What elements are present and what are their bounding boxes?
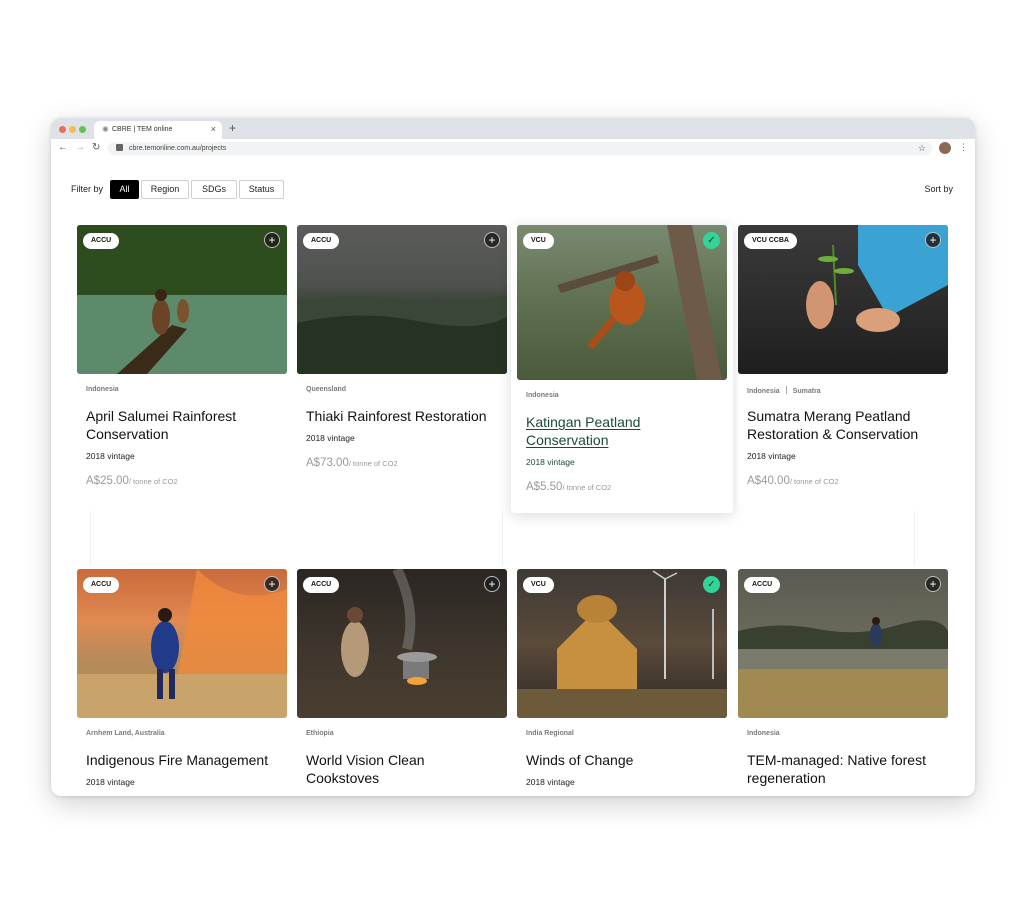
project-image: VCU CCBA +: [738, 225, 948, 374]
sort-by-button[interactable]: Sort by: [924, 184, 953, 194]
subregion-name: Sumatra: [792, 388, 821, 395]
credit-type-badge: ACCU: [744, 577, 781, 593]
project-image: ACCU +: [297, 569, 507, 718]
price-value: A$25.00: [86, 475, 129, 487]
divider: [502, 511, 503, 566]
project-title[interactable]: April Salumei Rainforest Conservation: [86, 407, 276, 443]
plus-icon[interactable]: +: [925, 576, 941, 592]
profile-avatar[interactable]: [939, 142, 951, 154]
project-region: Arnhem Land, Australia: [86, 730, 165, 737]
region-separator: [785, 386, 787, 394]
project-card[interactable]: VCU ✓ India Regional Winds of Change 201…: [517, 569, 727, 796]
url-text: cbre.temonline.com.au/projects: [129, 145, 227, 152]
project-image: ACCU +: [77, 225, 287, 374]
project-title[interactable]: World Vision Clean Cookstoves: [306, 751, 496, 787]
project-card[interactable]: ACCU + Ethiopia World Vision Clean Cooks…: [297, 569, 507, 796]
filter-all-button[interactable]: All: [110, 180, 139, 199]
lock-icon: [116, 144, 123, 151]
project-image: VCU ✓: [517, 225, 727, 380]
credit-type-badge: VCU: [523, 577, 554, 593]
close-window-button[interactable]: [59, 126, 66, 133]
price-unit: / tonne of CO2: [348, 459, 398, 468]
project-card-highlighted[interactable]: VCU ✓ Indonesia Katingan Peatland Conser…: [511, 225, 733, 513]
project-price: A$73.00/ tonne of CO2: [306, 457, 398, 469]
credit-type-badge: VCU: [523, 233, 554, 249]
address-row: ← → ↻ cbre.temonline.com.au/projects ☆ ⋮: [51, 139, 975, 159]
credit-type-badge: ACCU: [303, 233, 340, 249]
new-tab-button[interactable]: +: [229, 121, 236, 135]
price-value: A$5.50: [526, 481, 563, 493]
price-value: A$73.00: [306, 457, 349, 469]
tab-title: CBRE | TEM online: [112, 126, 173, 133]
project-title[interactable]: Katingan Peatland Conservation: [526, 413, 716, 449]
filter-sdgs-button[interactable]: SDGs: [191, 180, 237, 199]
price-value: A$40.00: [747, 475, 790, 487]
projects-page: Filter by All Region SDGs Status Sort by…: [51, 158, 975, 796]
filter-region-button[interactable]: Region: [141, 180, 189, 199]
project-price: A$5.50/ tonne of CO2: [526, 481, 611, 493]
plus-icon[interactable]: +: [264, 232, 280, 248]
project-card[interactable]: ACCU + Queensland Thiaki Rainforest Rest…: [297, 225, 507, 505]
price-unit: / tonne of CO2: [128, 477, 178, 486]
browser-window: ✺ CBRE | TEM online × + ← → ↻ cbre.temon…: [51, 118, 975, 796]
forward-arrow-icon[interactable]: →: [75, 142, 85, 153]
credit-type-badge: ACCU: [303, 577, 340, 593]
check-icon[interactable]: ✓: [703, 232, 720, 249]
plus-icon[interactable]: +: [484, 576, 500, 592]
project-region: Indonesia: [526, 392, 559, 399]
project-region: India Regional: [526, 730, 574, 737]
project-price: A$40.00/ tonne of CO2: [747, 475, 839, 487]
tab-bar: ✺ CBRE | TEM online × +: [51, 118, 975, 139]
project-vintage: 2018 vintage: [526, 777, 575, 787]
project-title[interactable]: Sumatra Merang Peatland Restoration & Co…: [747, 407, 937, 443]
plus-icon[interactable]: +: [264, 576, 280, 592]
project-vintage: 2018 vintage: [526, 457, 575, 467]
credit-type-badge: ACCU: [83, 233, 120, 249]
project-region: Indonesia Sumatra: [747, 386, 821, 395]
region-name: Indonesia: [747, 388, 780, 395]
filter-label: Filter by: [71, 184, 104, 194]
filter-status-button[interactable]: Status: [239, 180, 284, 199]
project-card[interactable]: VCU CCBA + Indonesia Sumatra Sumatra Mera…: [738, 225, 948, 505]
address-bar[interactable]: cbre.temonline.com.au/projects ☆: [108, 142, 932, 155]
project-region: Indonesia: [86, 386, 119, 393]
browser-menu-icon[interactable]: ⋮: [959, 142, 968, 153]
reload-icon[interactable]: ↻: [92, 142, 100, 153]
project-price: A$25.00/ tonne of CO2: [86, 475, 178, 487]
project-vintage: 2018 vintage: [747, 451, 796, 461]
project-region: Indonesia: [747, 730, 780, 737]
project-card[interactable]: ACCU + Arnhem Land, Australia Indigenous…: [77, 569, 287, 796]
project-image: ACCU +: [738, 569, 948, 718]
credit-type-badge: VCU CCBA: [744, 233, 797, 249]
project-title[interactable]: Indigenous Fire Management: [86, 751, 276, 769]
project-title[interactable]: TEM-managed: Native forest regeneration: [747, 751, 937, 787]
browser-tab[interactable]: ✺ CBRE | TEM online ×: [94, 121, 222, 139]
project-title[interactable]: Thiaki Rainforest Restoration: [306, 407, 496, 425]
project-image: ACCU +: [77, 569, 287, 718]
plus-icon[interactable]: +: [484, 232, 500, 248]
project-region: Ethiopia: [306, 730, 334, 737]
bookmark-star-icon[interactable]: ☆: [918, 143, 926, 154]
project-region: Queensland: [306, 386, 347, 393]
divider: [914, 511, 915, 566]
project-card[interactable]: ACCU + Indonesia TEM-managed: Native for…: [738, 569, 948, 796]
project-title[interactable]: Winds of Change: [526, 751, 716, 769]
favicon-icon: ✺: [102, 125, 109, 134]
tab-close-icon[interactable]: ×: [211, 124, 216, 134]
price-unit: / tonne of CO2: [562, 483, 612, 492]
project-image: VCU ✓: [517, 569, 727, 718]
check-icon[interactable]: ✓: [703, 576, 720, 593]
project-card[interactable]: ACCU + Indonesia April Salumei Rainfores…: [77, 225, 287, 505]
plus-icon[interactable]: +: [925, 232, 941, 248]
credit-type-badge: ACCU: [83, 577, 120, 593]
project-vintage: 2018 vintage: [86, 451, 135, 461]
minimize-window-button[interactable]: [69, 126, 76, 133]
back-arrow-icon[interactable]: ←: [58, 142, 68, 153]
project-vintage: 2018 vintage: [306, 433, 355, 443]
divider: [90, 511, 91, 566]
project-vintage: 2018 vintage: [86, 777, 135, 787]
project-image: ACCU +: [297, 225, 507, 374]
maximize-window-button[interactable]: [79, 126, 86, 133]
price-unit: / tonne of CO2: [789, 477, 839, 486]
